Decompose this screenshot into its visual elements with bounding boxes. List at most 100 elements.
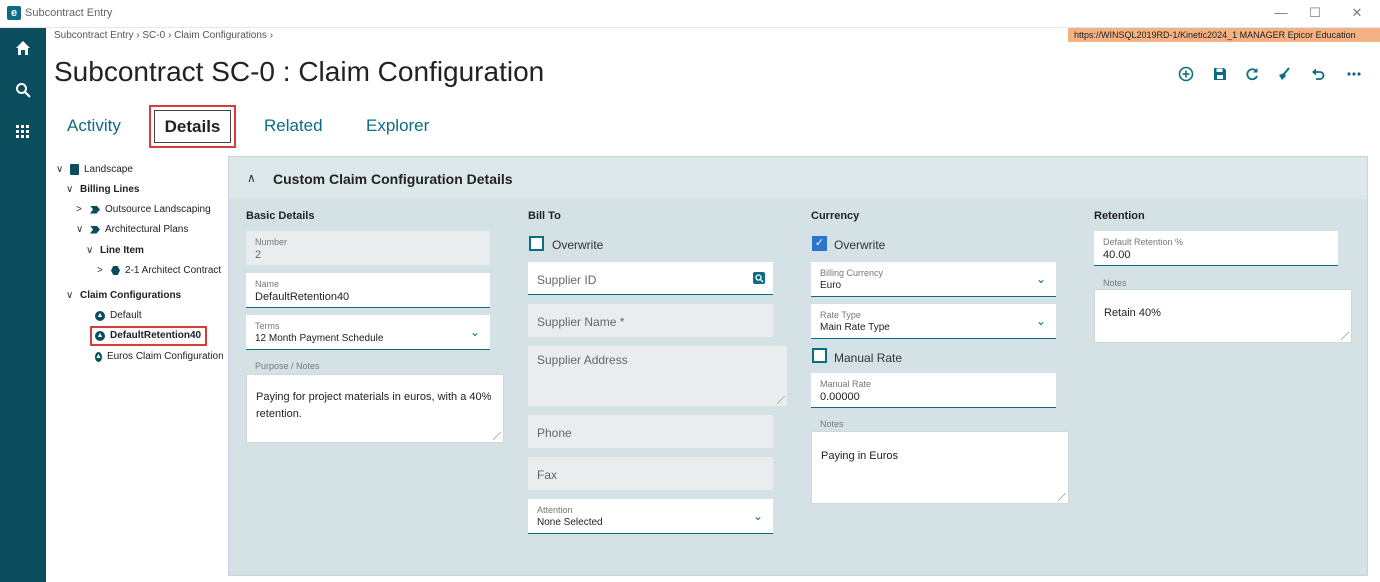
undo-icon[interactable] xyxy=(1308,64,1328,84)
section-retention: Retention xyxy=(1094,210,1145,222)
server-info-badge: https://WINSQL2019RD-1/Kinetic2024_1 MAN… xyxy=(1068,28,1380,42)
supplier-id-field[interactable]: Supplier ID xyxy=(528,262,773,295)
rate-type-value: Main Rate Type xyxy=(820,322,890,333)
tree-node-default[interactable]: ▲ Default xyxy=(95,310,142,321)
clear-icon[interactable] xyxy=(1274,64,1294,84)
tree-node-landscape[interactable]: ∨ Landscape xyxy=(56,164,133,175)
tree-node-architectural[interactable]: ∨ Architectural Plans xyxy=(76,224,188,235)
phone-field: Phone xyxy=(528,415,773,448)
fax-field: Fax xyxy=(528,457,773,490)
tree-node-label: Default xyxy=(110,310,142,321)
terms-label: Terms xyxy=(255,321,280,331)
terms-value: 12 Month Payment Schedule xyxy=(255,333,384,344)
billing-currency-value: Euro xyxy=(820,280,842,291)
chevron-down-icon[interactable]: ∨ xyxy=(56,164,66,175)
retention-notes-value: Retain 40% xyxy=(1104,307,1161,319)
attention-label: Attention xyxy=(537,505,573,515)
panel-header[interactable]: ∧ Custom Claim Configuration Details xyxy=(229,157,1367,199)
purpose-label: Purpose / Notes xyxy=(255,361,320,371)
currency-overwrite-label: Overwrite xyxy=(834,238,886,252)
rate-type-dropdown[interactable]: Rate Type Main Rate Type ⌄ xyxy=(811,304,1056,339)
breadcrumb-separator: › xyxy=(269,30,274,41)
tree-node-default-retention[interactable]: ▲ DefaultRetention40 xyxy=(95,330,201,341)
billing-line-icon xyxy=(90,225,100,234)
name-value: DefaultRetention40 xyxy=(255,291,350,303)
manual-rate-field[interactable]: Manual Rate 0.00000 xyxy=(811,373,1056,408)
resize-handle-icon[interactable] xyxy=(1341,332,1349,340)
billto-overwrite-checkbox[interactable] xyxy=(529,236,544,251)
tree-node-claim-configurations[interactable]: ∨ Claim Configurations xyxy=(66,290,181,301)
manual-rate-label: Manual Rate xyxy=(820,379,872,389)
number-label: Number xyxy=(255,237,288,247)
breadcrumb-item[interactable]: SC-0 xyxy=(142,30,165,41)
chevron-down-icon[interactable]: ∨ xyxy=(76,224,86,235)
currency-overwrite-checkbox[interactable]: ✓ xyxy=(812,236,827,251)
supplier-address-textarea: Supplier Address xyxy=(528,346,787,406)
breadcrumb-item[interactable]: Claim Configurations xyxy=(174,30,267,41)
claim-config-panel: ∧ Custom Claim Configuration Details xyxy=(228,156,1368,576)
tree-node-billing-lines[interactable]: ∨ Billing Lines xyxy=(66,184,139,195)
resize-handle-icon[interactable] xyxy=(1058,493,1066,501)
tree-node-label: Line Item xyxy=(100,245,144,256)
chevron-down-icon[interactable]: ⌄ xyxy=(1036,314,1046,328)
tree-node-euros[interactable]: ▲ Euros Claim Configuration xyxy=(95,351,223,362)
chevron-down-icon[interactable]: ⌄ xyxy=(1036,272,1046,286)
tree-node-outsource[interactable]: > Outsource Landscaping xyxy=(76,204,211,215)
name-field[interactable]: Name DefaultRetention40 xyxy=(246,273,490,308)
supplier-id-placeholder: Supplier ID xyxy=(537,273,597,287)
search-icon[interactable] xyxy=(13,80,33,100)
currency-notes-textarea[interactable]: Paying in Euros xyxy=(811,431,1069,504)
tab-activity[interactable]: Activity xyxy=(67,116,121,136)
line-item-icon xyxy=(111,266,120,275)
left-nav-rail xyxy=(0,28,46,582)
attention-dropdown[interactable]: Attention None Selected ⌄ xyxy=(528,499,773,534)
chevron-down-icon[interactable]: ⌄ xyxy=(753,509,763,523)
apps-grid-icon[interactable] xyxy=(13,122,33,142)
currency-notes-value: Paying in Euros xyxy=(821,450,899,462)
claim-config-icon: ▲ xyxy=(95,310,105,321)
default-retention-field[interactable]: Default Retention % 40.00 xyxy=(1094,231,1338,266)
resize-handle-icon xyxy=(777,396,785,404)
maximize-button[interactable]: ☐ xyxy=(1304,4,1326,22)
chevron-down-icon[interactable]: ∨ xyxy=(66,184,76,195)
tree-node-contract[interactable]: > 2-1 Architect Contract xyxy=(97,265,222,276)
close-button[interactable]: ✕ xyxy=(1346,4,1368,22)
app-logo-icon: e xyxy=(7,6,21,20)
tab-details[interactable]: Details xyxy=(154,110,231,143)
retention-notes-label: Notes xyxy=(1103,278,1127,288)
rate-type-label: Rate Type xyxy=(820,310,861,320)
chevron-down-icon[interactable]: ∨ xyxy=(66,290,76,301)
minimize-button[interactable]: — xyxy=(1270,4,1292,22)
breadcrumb-item[interactable]: Subcontract Entry xyxy=(54,30,133,41)
save-icon[interactable] xyxy=(1210,64,1230,84)
more-icon[interactable] xyxy=(1344,64,1364,84)
panel-title: Custom Claim Configuration Details xyxy=(273,171,513,187)
number-value: 2 xyxy=(255,249,262,261)
resize-handle-icon[interactable] xyxy=(493,432,501,440)
home-icon[interactable] xyxy=(13,38,33,58)
window-title: Subcontract Entry xyxy=(25,7,113,19)
billing-currency-dropdown[interactable]: Billing Currency Euro ⌄ xyxy=(811,262,1056,297)
claim-config-icon: ▲ xyxy=(95,351,102,362)
retention-notes-textarea[interactable]: Retain 40% xyxy=(1094,289,1352,343)
chevron-down-icon[interactable]: ∨ xyxy=(86,245,96,256)
supplier-search-icon[interactable] xyxy=(753,271,765,289)
chevron-up-icon[interactable]: ∧ xyxy=(247,171,256,185)
tab-related[interactable]: Related xyxy=(264,116,323,136)
number-field: Number 2 xyxy=(246,231,490,265)
chevron-right-icon[interactable]: > xyxy=(76,204,86,215)
chevron-down-icon[interactable]: ⌄ xyxy=(470,325,480,339)
terms-dropdown[interactable]: Terms 12 Month Payment Schedule ⌄ xyxy=(246,315,490,350)
section-bill-to: Bill To xyxy=(528,210,561,222)
claim-config-icon: ▲ xyxy=(95,330,105,341)
tab-explorer[interactable]: Explorer xyxy=(366,116,429,136)
tree-node-line-item[interactable]: ∨ Line Item xyxy=(86,245,144,256)
refresh-icon[interactable] xyxy=(1242,64,1262,84)
purpose-notes-textarea[interactable]: Paying for project materials in euros, w… xyxy=(246,374,504,443)
chevron-right-icon[interactable]: > xyxy=(97,265,107,276)
page-title: Subcontract SC-0 : Claim Configuration xyxy=(54,56,545,87)
name-label: Name xyxy=(255,279,280,289)
manual-rate-checkbox[interactable] xyxy=(812,348,827,363)
tree-node-label: Euros Claim Configuration xyxy=(106,351,223,362)
add-icon[interactable] xyxy=(1176,64,1196,84)
